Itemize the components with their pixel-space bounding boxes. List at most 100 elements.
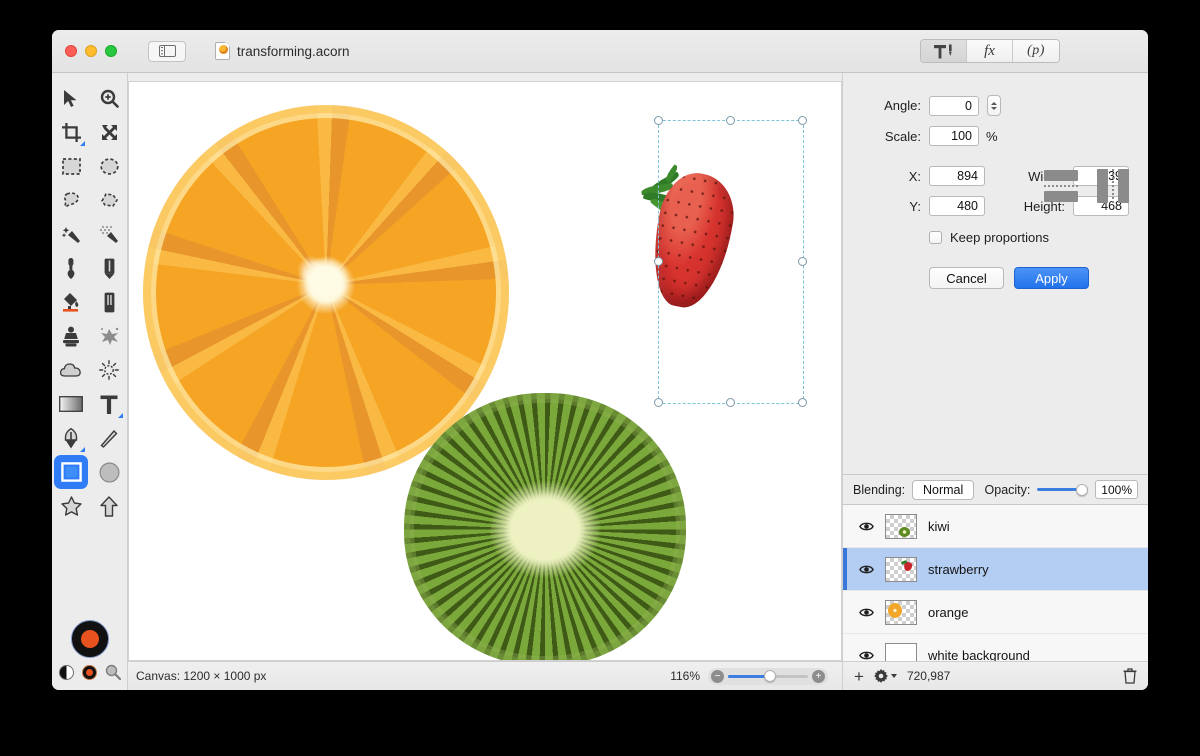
paint-bucket-tool[interactable]	[54, 285, 88, 319]
orange-thumbnail	[885, 599, 917, 625]
pencil-tool[interactable]	[92, 251, 126, 285]
zoom-in-icon[interactable]: +	[812, 669, 825, 683]
y-input[interactable]: 480	[929, 196, 985, 216]
cancel-button[interactable]: Cancel	[929, 267, 1004, 289]
color-picker-magnifier-icon[interactable]	[105, 664, 121, 680]
scale-unit-label: %	[986, 128, 998, 144]
angle-stepper[interactable]	[987, 95, 1001, 116]
eye-icon[interactable]	[859, 607, 874, 618]
brush-tool[interactable]	[54, 251, 88, 285]
sidebar-toggle-button[interactable]	[148, 40, 186, 62]
layer-row-orange[interactable]: orange	[843, 591, 1148, 634]
tab-tools[interactable]	[921, 40, 967, 62]
eye-icon[interactable]	[859, 650, 874, 661]
ellipse-shape-tool[interactable]	[92, 455, 126, 489]
keep-proportions-checkbox[interactable]	[929, 231, 942, 244]
smudge-tool[interactable]	[92, 319, 126, 353]
tab-presets-label: (p)	[1027, 43, 1045, 58]
blur-tool[interactable]	[54, 353, 88, 387]
instant-alpha-tool[interactable]	[92, 217, 126, 251]
dodge-burn-tool[interactable]	[92, 353, 126, 387]
handle-middle-left[interactable]	[654, 257, 663, 266]
crop-tool[interactable]	[54, 115, 88, 149]
zoom-out-icon[interactable]: −	[711, 669, 724, 683]
zoom-tool[interactable]	[92, 81, 126, 115]
arrow-shape-tool[interactable]	[92, 489, 126, 523]
layer-settings-button[interactable]	[874, 669, 897, 683]
handle-middle-right[interactable]	[798, 257, 807, 266]
zoom-button[interactable]	[105, 45, 117, 57]
rectangle-shape-tool[interactable]	[54, 455, 88, 489]
fill-color-swatch-icon[interactable]	[81, 664, 97, 680]
white-thumbnail	[885, 642, 917, 661]
scale-label: Scale:	[884, 128, 921, 144]
rectangular-select-tool[interactable]	[54, 149, 88, 183]
layer-name: orange	[928, 604, 969, 620]
polygon-select-tool[interactable]	[92, 183, 126, 217]
layer-row-white-background[interactable]: white background	[843, 634, 1148, 661]
kiwi-slice-object[interactable]	[404, 393, 686, 660]
window-body: Canvas: 1200 × 1000 px 116% − + Angle: 0…	[52, 73, 1148, 690]
apply-button[interactable]: Apply	[1014, 267, 1089, 289]
document-canvas[interactable]	[128, 81, 842, 661]
title-bar: transforming.acorn fx (p)	[52, 30, 1148, 73]
star-shape-tool[interactable]	[54, 489, 88, 523]
move-tool[interactable]	[54, 81, 88, 115]
flip-vertical-button[interactable]	[1096, 169, 1130, 203]
zoom-percent-label: 116%	[670, 669, 700, 683]
traffic-lights	[65, 45, 117, 57]
zoom-slider-knob[interactable]	[764, 670, 776, 682]
close-button[interactable]	[65, 45, 77, 57]
eye-icon[interactable]	[859, 564, 874, 575]
eraser-icon	[104, 292, 114, 312]
handle-bottom-left[interactable]	[654, 398, 663, 407]
keep-proportions-row[interactable]: Keep proportions	[929, 230, 1148, 245]
layers-list: kiwi strawberry orange white background	[843, 505, 1148, 661]
layers-footer: + 720,987	[843, 661, 1148, 690]
blending-value: Normal	[922, 482, 964, 497]
black-white-swatch-icon[interactable]	[58, 664, 74, 680]
star-icon	[60, 496, 82, 516]
elliptical-select-tool[interactable]	[92, 149, 126, 183]
foreground-color-swatch[interactable]	[70, 620, 109, 658]
layer-row-strawberry[interactable]: strawberry	[843, 548, 1148, 591]
add-layer-button[interactable]: +	[854, 668, 864, 685]
clone-stamp-icon	[63, 326, 79, 346]
handle-top-center[interactable]	[726, 116, 735, 125]
scale-input[interactable]: 100	[929, 126, 979, 146]
cloud-blur-icon	[60, 363, 81, 377]
eraser-tool[interactable]	[92, 285, 126, 319]
gradient-tool[interactable]	[54, 387, 88, 421]
layer-row-kiwi[interactable]: kiwi	[843, 505, 1148, 548]
layer-name: kiwi	[928, 518, 950, 534]
bezier-pen-tool[interactable]	[54, 421, 88, 455]
handle-top-right[interactable]	[798, 116, 807, 125]
flip-horizontal-button[interactable]	[1044, 169, 1078, 203]
text-tool[interactable]	[92, 387, 126, 421]
zoom-slider[interactable]: − +	[708, 667, 828, 685]
magic-wand-tool[interactable]	[54, 217, 88, 251]
layer-name: strawberry	[928, 561, 989, 577]
sun-icon	[99, 360, 119, 380]
minimize-button[interactable]	[85, 45, 97, 57]
opacity-slider[interactable]	[1037, 483, 1089, 496]
opacity-slider-knob[interactable]	[1076, 483, 1089, 496]
clone-stamp-tool[interactable]	[54, 319, 88, 353]
opacity-value[interactable]: 100%	[1095, 480, 1138, 499]
lasso-select-tool[interactable]	[54, 183, 88, 217]
gradient-icon	[59, 396, 83, 412]
blending-select[interactable]: Normal	[912, 479, 974, 500]
line-tool[interactable]	[92, 421, 126, 455]
angle-input[interactable]: 0	[929, 95, 979, 116]
transform-selection-box[interactable]	[654, 116, 807, 407]
handle-top-left[interactable]	[654, 116, 663, 125]
tab-presets[interactable]: (p)	[1013, 40, 1059, 62]
x-input[interactable]: 894	[929, 166, 985, 186]
handle-bottom-center[interactable]	[726, 398, 735, 407]
transform-tool[interactable]	[92, 115, 126, 149]
status-bar: Canvas: 1200 × 1000 px 116% − +	[128, 661, 842, 690]
tab-filters[interactable]: fx	[967, 40, 1013, 62]
eye-icon[interactable]	[859, 521, 874, 532]
handle-bottom-right[interactable]	[798, 398, 807, 407]
trash-icon[interactable]	[1123, 668, 1137, 684]
